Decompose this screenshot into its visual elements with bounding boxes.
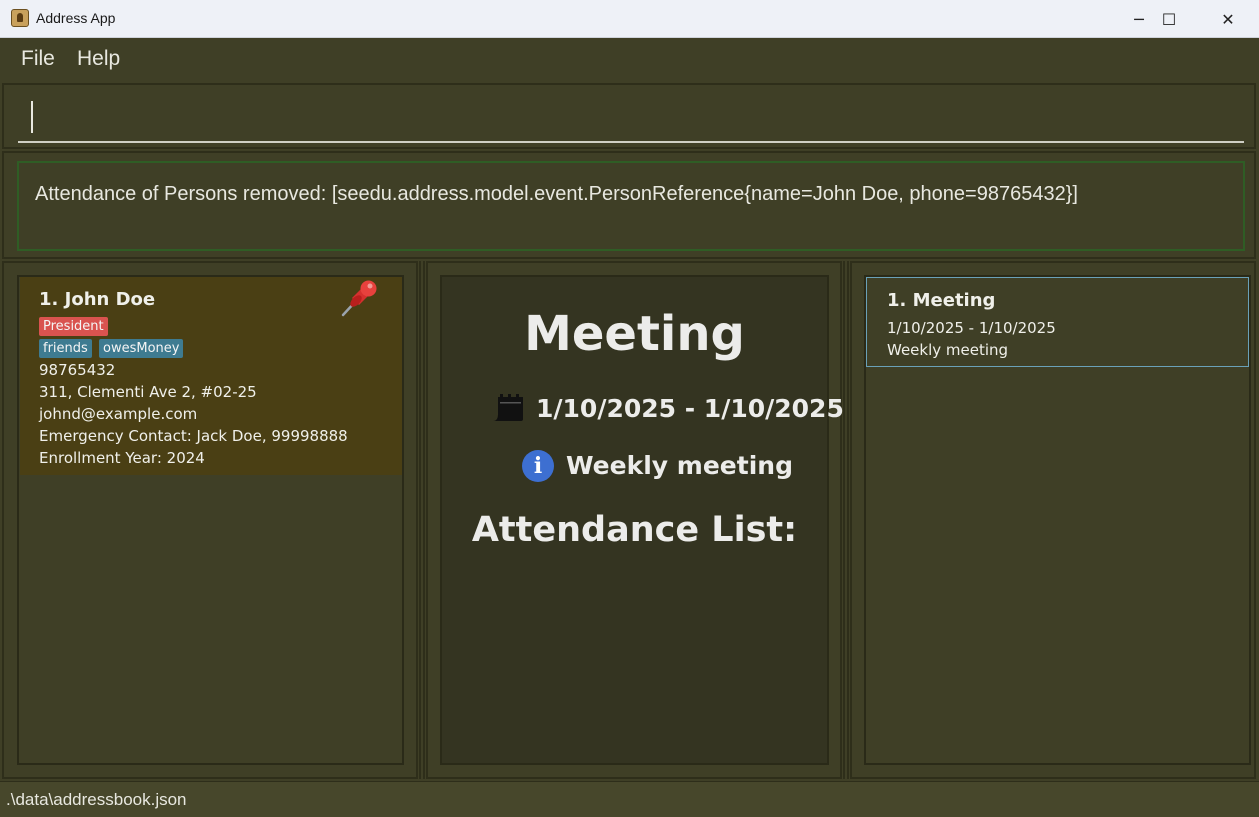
menu-help[interactable]: Help	[77, 47, 120, 71]
person-emergency-contact: Emergency Contact: Jack Doe, 99998888	[39, 427, 348, 445]
event-description: Weekly meeting	[887, 341, 1009, 359]
attendance-list-heading: Attendance List:	[471, 510, 798, 550]
person-name: 1. John Doe	[39, 289, 156, 310]
person-enrollment-year: Enrollment Year: 2024	[39, 449, 205, 467]
event-detail-description: Weekly meeting	[566, 451, 793, 480]
command-box	[2, 83, 1256, 149]
event-card[interactable]: 1. Meeting 1/10/2025 - 1/10/2025 Weekly …	[866, 277, 1249, 367]
person-phone: 98765432	[39, 361, 116, 379]
command-input[interactable]	[18, 95, 1244, 143]
maximize-icon: ☐	[1161, 9, 1177, 29]
menu-file[interactable]: File	[21, 47, 55, 71]
menu-bar: File Help	[0, 38, 1259, 82]
event-detail-date: 1/10/2025 - 1/10/2025	[536, 394, 844, 423]
panel-divider[interactable]	[419, 261, 425, 779]
pushpin-icon	[341, 280, 377, 317]
panel-divider[interactable]	[843, 261, 849, 779]
info-icon: i	[522, 450, 554, 482]
person-email: johnd@example.com	[39, 405, 198, 423]
role-tag: President	[39, 317, 108, 336]
address-book-app-icon	[11, 9, 29, 27]
event-date: 1/10/2025 - 1/10/2025	[887, 319, 1056, 337]
close-window-button[interactable]: ✕	[1199, 0, 1257, 38]
event-detail-title: Meeting	[524, 306, 745, 362]
result-display: Attendance of Persons removed: [seedu.ad…	[2, 151, 1256, 259]
result-display-frame: Attendance of Persons removed: [seedu.ad…	[17, 161, 1245, 251]
tag-friends: friends	[39, 339, 92, 358]
event-detail-panel: Meeting 1/10/2025 - 1/10/2025 i Weekly m…	[440, 275, 844, 765]
tag-owesmoney: owesMoney	[99, 339, 184, 358]
person-address: 311, Clementi Ave 2, #02-25	[39, 383, 257, 401]
title-bar: Address App ─ ☐ ✕	[0, 0, 1259, 38]
text-caret	[31, 101, 33, 133]
save-location-path: .\data\addressbook.json	[6, 790, 187, 809]
result-message: Attendance of Persons removed: [seedu.ad…	[35, 183, 1078, 205]
close-icon: ✕	[1221, 9, 1235, 29]
status-bar: .\data\addressbook.json	[0, 781, 1259, 817]
window-title: Address App	[36, 10, 116, 26]
person-card[interactable]: 1. John Doe President friends owesMoney …	[20, 277, 402, 475]
event-name: 1. Meeting	[887, 290, 996, 311]
calendar-icon	[493, 394, 523, 421]
maximize-button[interactable]: ☐	[1140, 0, 1198, 38]
